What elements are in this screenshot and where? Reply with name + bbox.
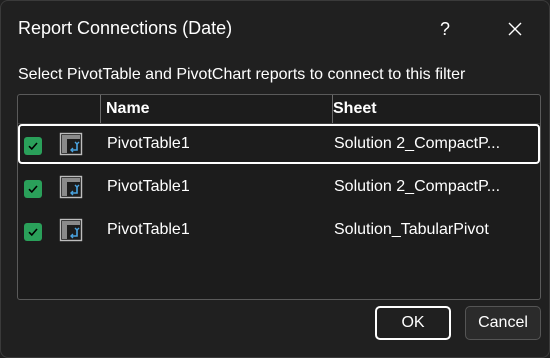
checkmark-icon (28, 142, 38, 151)
row-checkbox[interactable] (24, 223, 42, 241)
row-sheet: Solution 2_CompactP... (334, 178, 501, 195)
list-item[interactable]: PivotTable1 Solution_TabularPivot (18, 210, 540, 250)
close-icon (508, 22, 522, 36)
cancel-button[interactable]: Cancel (465, 306, 541, 340)
ok-button[interactable]: OK (375, 306, 451, 340)
header-name[interactable]: Name (101, 95, 333, 123)
dialog-title: Report Connections (Date) (18, 18, 233, 38)
report-connections-dialog: Report Connections (Date) ? Select Pivot… (0, 0, 550, 358)
question-mark-icon: ? (439, 18, 450, 39)
title-bar: Report Connections (Date) ? (1, 1, 549, 57)
pivottable-icon (59, 218, 83, 242)
pivottable-icon (59, 132, 83, 156)
row-sheet: Solution 2_CompactP... (334, 135, 501, 152)
header-sheet[interactable]: Sheet (333, 95, 377, 123)
row-name: PivotTable1 (107, 135, 190, 152)
row-checkbox[interactable] (24, 137, 42, 155)
checkmark-icon (28, 185, 38, 194)
checkmark-icon (28, 228, 38, 237)
row-checkbox[interactable] (24, 180, 42, 198)
close-button[interactable] (495, 11, 535, 47)
list-header: Name Sheet (18, 95, 540, 124)
row-name: PivotTable1 (107, 178, 190, 195)
row-sheet: Solution_TabularPivot (334, 221, 489, 238)
header-select-column (18, 95, 101, 123)
list-item[interactable]: PivotTable1 Solution 2_CompactP... (18, 124, 540, 164)
help-button[interactable]: ? (425, 11, 465, 47)
row-name: PivotTable1 (107, 221, 190, 238)
list-item[interactable]: PivotTable1 Solution 2_CompactP... (18, 167, 540, 207)
instruction-text: Select PivotTable and PivotChart reports… (18, 66, 466, 83)
pivottable-icon (59, 175, 83, 199)
report-list[interactable]: Name Sheet PivotTable1 Solution 2_Compac… (17, 94, 541, 300)
